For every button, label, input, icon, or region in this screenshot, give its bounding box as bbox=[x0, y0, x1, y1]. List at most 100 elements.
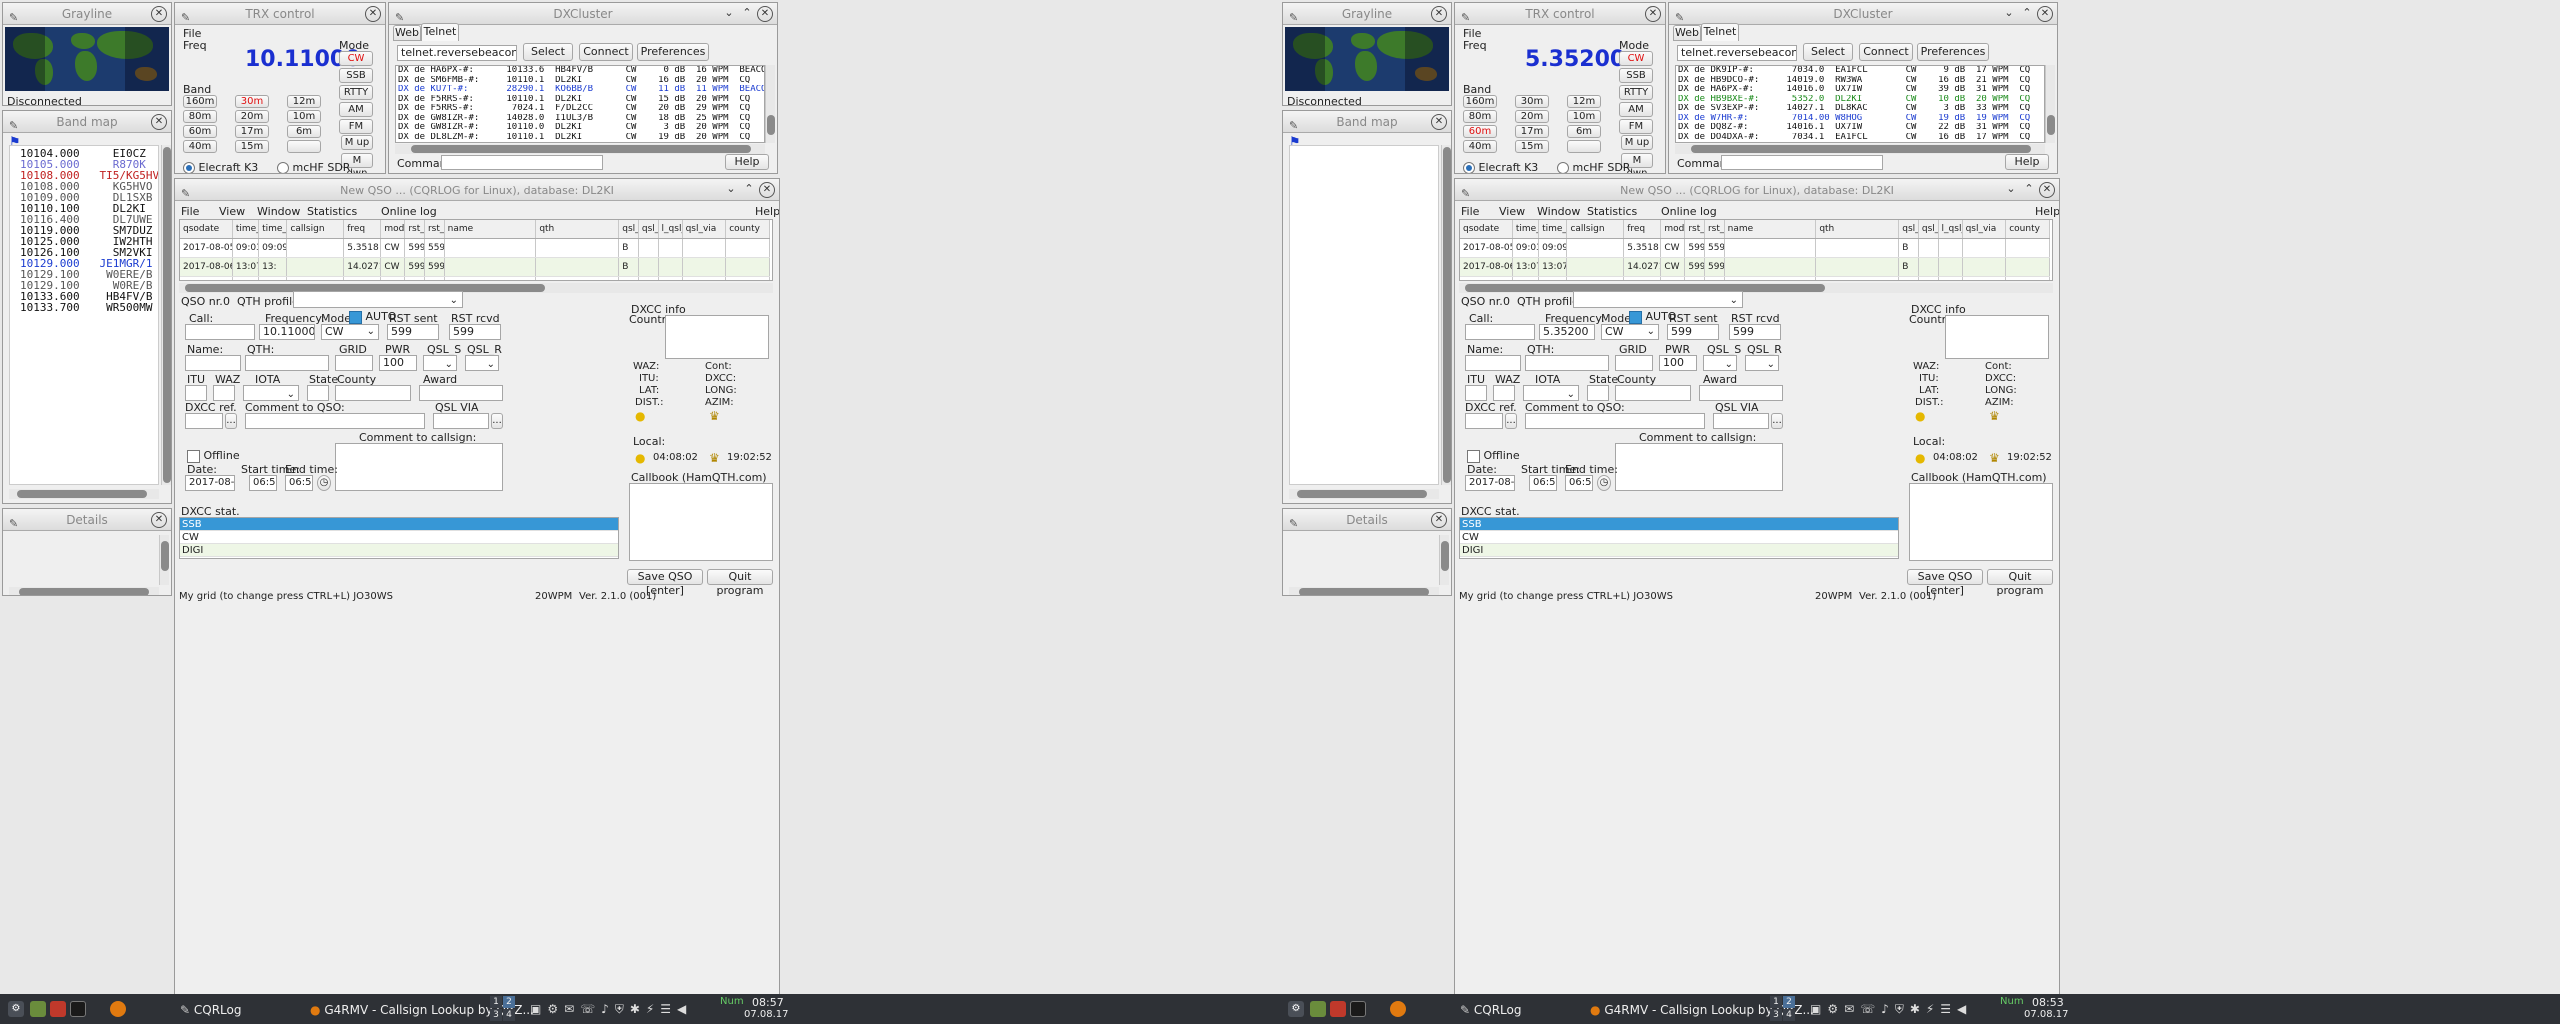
mode-button-rtty[interactable]: RTTY bbox=[339, 85, 373, 100]
band-button-10m[interactable]: 10m bbox=[1567, 110, 1601, 123]
waz-input[interactable] bbox=[1493, 385, 1515, 401]
close-icon[interactable]: ✕ bbox=[1645, 6, 1661, 22]
band-button-17m[interactable]: 17m bbox=[1515, 125, 1549, 138]
dx-vscroll[interactable] bbox=[2045, 65, 2055, 143]
tab-telnet[interactable]: Telnet bbox=[421, 23, 459, 41]
qso-hscroll[interactable] bbox=[1459, 283, 2053, 293]
county-input[interactable] bbox=[335, 385, 411, 401]
rst-sent-input[interactable]: 599 bbox=[1667, 324, 1719, 340]
dx-spot-line[interactable]: DX de DL8LZM-#: 10110.1 DL2KI CW 19 dB 2… bbox=[398, 133, 764, 143]
dx-spot-line[interactable]: DX de GW8IZR-#: 14028.0 I1UL3/B CW 18 dB… bbox=[398, 114, 764, 124]
radio-button-icon[interactable] bbox=[183, 162, 195, 173]
minimize-icon[interactable]: ⌄ bbox=[2003, 182, 2019, 198]
dx-spot-line[interactable]: DX de F5RRS-#: 10110.1 DL2KI CW 15 dB 20… bbox=[398, 95, 764, 105]
bandmap-list[interactable]: 10104.000 EI0CZ 10105.000 R870K 10108.000 … bbox=[9, 145, 159, 485]
frequency-select[interactable]: 10.11000 bbox=[259, 324, 315, 340]
bandmap-entry[interactable]: 10133.700 WR500MW bbox=[20, 302, 158, 313]
terminal-icon[interactable] bbox=[1350, 1001, 1366, 1017]
app-launcher-icon[interactable]: ⚙ bbox=[1288, 1001, 1304, 1017]
band-button-20m[interactable]: 20m bbox=[1515, 110, 1549, 123]
app-icon[interactable] bbox=[1330, 1001, 1346, 1017]
dx-select-button[interactable]: Select bbox=[523, 43, 573, 61]
table-row[interactable]: 2017-08-0509:0309:09 5.3518CW599559 B bbox=[1460, 238, 2050, 258]
qth-profile-select[interactable]: ⌄ bbox=[293, 291, 463, 308]
menu-online-log[interactable]: Online log bbox=[1661, 205, 1717, 218]
column-header[interactable]: county bbox=[2005, 220, 2050, 239]
table-row[interactable]: 2017-08-0613:0713:14.0271CW599599B bbox=[180, 257, 770, 277]
app-icon[interactable] bbox=[50, 1001, 66, 1017]
dx-spot-list[interactable]: DX de DK9IP-#: 7034.0 EA1FCL CW 9 dB 17 … bbox=[1675, 65, 2045, 143]
band-button-80m[interactable]: 80m bbox=[1463, 110, 1497, 123]
browser-icon[interactable] bbox=[110, 1001, 126, 1017]
award-input[interactable] bbox=[419, 385, 503, 401]
column-header[interactable]: qsl_r bbox=[638, 220, 659, 239]
menu-statistics[interactable]: Statistics bbox=[307, 205, 357, 218]
dx-spot-line[interactable]: DX de GW8IZR-#: 10110.0 DL2KI CW 3 dB 20… bbox=[398, 123, 764, 133]
band-button-160m[interactable]: 160m bbox=[1463, 95, 1497, 108]
dx-vscroll[interactable] bbox=[765, 65, 775, 143]
qso-hscroll[interactable] bbox=[179, 283, 773, 293]
taskbar-cqrlog[interactable]: ✎ CQRLog bbox=[180, 1003, 242, 1017]
maximize-icon[interactable]: ⌃ bbox=[2019, 6, 2035, 22]
column-header[interactable]: qsodate bbox=[180, 220, 233, 239]
column-header[interactable]: time_o bbox=[258, 220, 288, 239]
column-header[interactable]: rst_r bbox=[424, 220, 445, 239]
checkbox-icon[interactable] bbox=[187, 449, 200, 463]
menu-help[interactable]: Help bbox=[755, 205, 779, 218]
table-row[interactable]: 2017-08-0509:0309:09 5.3518CW599559 B bbox=[180, 238, 770, 258]
menu-statistics[interactable]: Statistics bbox=[1587, 205, 1637, 218]
bandmap-hscroll[interactable] bbox=[9, 489, 159, 499]
details-vscroll[interactable] bbox=[1439, 535, 1449, 585]
column-header[interactable]: qth bbox=[535, 220, 620, 239]
pin-icon[interactable]: ✎ bbox=[1461, 7, 1470, 29]
state-input[interactable] bbox=[1587, 385, 1609, 401]
qth-profile-select[interactable]: ⌄ bbox=[1573, 291, 1743, 308]
column-header[interactable]: name bbox=[1724, 220, 1817, 239]
dxcc-ref-browse-button[interactable]: ... bbox=[225, 413, 237, 429]
details-hscroll[interactable] bbox=[9, 587, 159, 595]
save-qso-button[interactable]: Save QSO [enter] bbox=[1907, 569, 1983, 597]
maximize-icon[interactable]: ⌃ bbox=[2021, 182, 2037, 198]
comment-qso-input[interactable] bbox=[1525, 413, 1705, 429]
pin-icon[interactable]: ✎ bbox=[9, 115, 18, 137]
bandmap-list[interactable] bbox=[1289, 145, 1439, 485]
dx-help-button[interactable]: Help bbox=[725, 154, 769, 170]
column-header[interactable]: qsl_via bbox=[1962, 220, 2007, 239]
close-icon[interactable]: ✕ bbox=[365, 6, 381, 22]
column-header[interactable]: qsl_via bbox=[682, 220, 727, 239]
desktop-2[interactable]: 2 bbox=[503, 996, 515, 1008]
band-button-empty[interactable] bbox=[287, 140, 321, 153]
desktop-3[interactable]: 3 bbox=[490, 1009, 502, 1021]
radio-mchf[interactable]: mcHF SDR bbox=[277, 161, 350, 173]
dx-spot-line[interactable]: DX de DQ8Z-#: 14016.1 UX7IW CW 22 dB 31 … bbox=[1678, 123, 2044, 133]
column-header[interactable]: county bbox=[725, 220, 770, 239]
dx-server-input[interactable]: telnet.reversebeacon.net bbox=[397, 45, 517, 61]
band-button-40m[interactable]: 40m bbox=[183, 140, 217, 153]
column-header[interactable]: qth bbox=[1815, 220, 1900, 239]
column-header[interactable]: callsign bbox=[1566, 220, 1625, 239]
dxcc-ref-browse-button[interactable]: ... bbox=[1505, 413, 1517, 429]
menu-file[interactable]: File bbox=[1461, 205, 1479, 218]
qth-input[interactable] bbox=[1525, 355, 1609, 371]
date-input[interactable]: 2017-08-07 bbox=[185, 475, 235, 491]
table-row[interactable]: 2017-08-0615:1915:1914.0080CW599599N bbox=[180, 276, 770, 280]
desktop-1[interactable]: 1 bbox=[1770, 996, 1782, 1008]
mode-button-ssb[interactable]: SSB bbox=[339, 68, 373, 83]
browser-icon[interactable] bbox=[1390, 1001, 1406, 1017]
dx-server-input[interactable]: telnet.reversebeacon.net bbox=[1677, 45, 1797, 61]
qth-input[interactable] bbox=[245, 355, 329, 371]
clock-date[interactable]: 07.08.17 bbox=[2024, 1009, 2069, 1020]
dx-help-button[interactable]: Help bbox=[2005, 154, 2049, 170]
clock-time[interactable]: 08:57 bbox=[752, 996, 784, 1009]
checkbox-icon[interactable] bbox=[1467, 449, 1480, 463]
qsl-r-select[interactable]: ⌄ bbox=[465, 355, 499, 371]
band-button-40m[interactable]: 40m bbox=[1463, 140, 1497, 153]
menu-file[interactable]: File bbox=[181, 205, 199, 218]
minimize-icon[interactable]: ⌄ bbox=[2001, 6, 2017, 22]
dx-spot-line[interactable]: DX de F5RRS-#: 7024.1 F/DL2CC CW 20 dB 2… bbox=[398, 104, 764, 114]
menu-window[interactable]: Window bbox=[1537, 205, 1580, 218]
column-header[interactable]: qsl_r bbox=[1918, 220, 1939, 239]
column-header[interactable]: l_qsl_r bbox=[658, 220, 683, 239]
start-time-input[interactable]: 06:53 bbox=[1529, 475, 1557, 491]
band-button-17m[interactable]: 17m bbox=[235, 125, 269, 138]
